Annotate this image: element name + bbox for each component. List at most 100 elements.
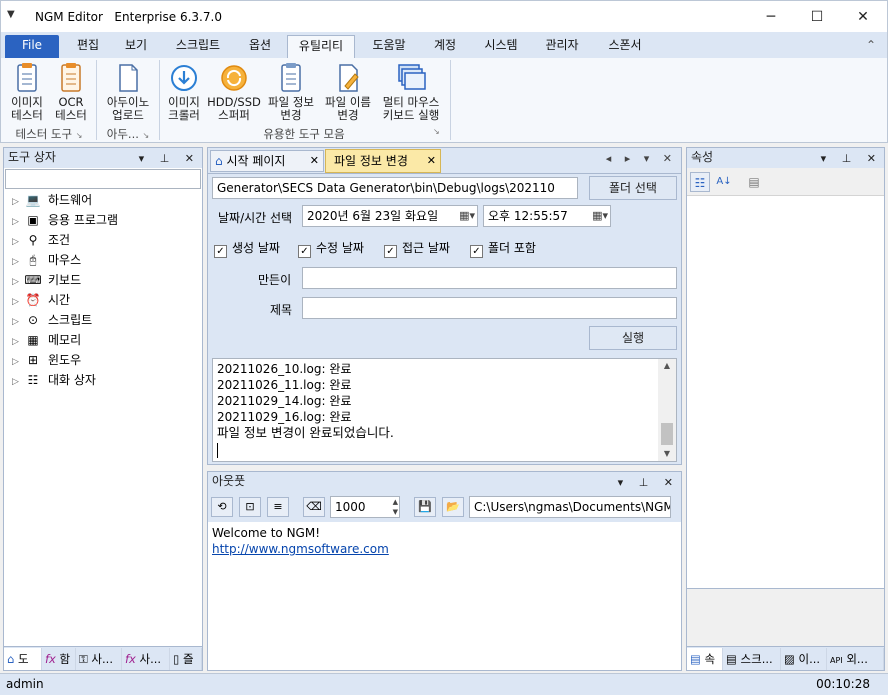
ribbon-group-label: 테스터 도구 ↘ (15, 127, 83, 141)
checkbox-include-folders[interactable]: ✓ 폴더 포함 (470, 240, 536, 258)
log-scrollbar[interactable]: ▲ ▼ (658, 359, 676, 461)
categorized-icon[interactable]: ☷ (690, 172, 710, 192)
result-log-box[interactable]: 20211026_10.log: 완료 20211026_11.log: 완료 … (212, 358, 677, 462)
tree-item-window[interactable]: ▷ ⊞ 윈도우 (12, 350, 81, 370)
close-tab-icon[interactable]: ✕ (427, 150, 436, 172)
tab-edit[interactable]: 편집 (65, 35, 111, 58)
memory-icon: ▦ (27, 333, 39, 347)
tab-external[interactable]: API 외... (827, 648, 884, 670)
tab-script[interactable]: 스크립트 (165, 35, 231, 58)
multi-mouse-keyboard-button[interactable]: 멀티 마우스 키보드 실행 (377, 62, 445, 124)
checkbox-created-date[interactable]: ✓ 생성 날짜 (214, 240, 280, 258)
document-tab-controls[interactable]: ◂ ▸ ▾ ✕ (606, 152, 677, 165)
tab-options[interactable]: 옵션 (237, 35, 283, 58)
maximize-button[interactable]: ☐ (794, 1, 840, 33)
save-icon[interactable]: 💾 (414, 497, 436, 517)
stepper-arrows-icon[interactable]: ▲ ▼ (393, 497, 398, 517)
text-caret (217, 443, 218, 458)
run-button[interactable]: 실행 (589, 326, 677, 350)
scroll-thumb[interactable] (661, 423, 673, 445)
website-link[interactable]: http://www.ngmsoftware.com (212, 541, 677, 557)
tab-system[interactable]: 시스템 (473, 35, 529, 58)
quick-access-dropdown-icon[interactable]: ▼ (7, 9, 15, 20)
folder-select-button[interactable]: 폴더 선택 (589, 176, 677, 200)
group-expand-icon[interactable]: ↘ (433, 127, 440, 136)
sort-alphabetical-icon[interactable]: A↓ (714, 172, 734, 192)
toolbox-bottom-tabs: ⌂ 도 fx 함 ⚿ 사... fx 사... ▯ 즐 (4, 646, 202, 670)
property-pages-icon[interactable]: ▤ (744, 172, 764, 192)
scroll-up-icon[interactable]: ▲ (658, 359, 676, 373)
title-input[interactable] (302, 297, 677, 319)
hdd-ssd-button[interactable]: HDD/SSD 스퍼퍼 (206, 62, 262, 124)
date-picker[interactable]: 2020년 6월 23일 화요일 ▦▾ (302, 205, 478, 227)
close-window-button[interactable]: ✕ (840, 1, 886, 33)
open-folder-icon[interactable]: 📂 (442, 497, 464, 517)
tree-item-script[interactable]: ▷ ⊙ 스크립트 (12, 310, 92, 330)
tab-help[interactable]: 도움말 (361, 35, 417, 58)
dialog-icon: ☷ (27, 373, 39, 387)
tab-view[interactable]: 보기 (113, 35, 159, 58)
tree-item-application[interactable]: ▷ ▣ 응용 프로그램 (12, 210, 118, 230)
file-info-icon (281, 63, 301, 92)
checkmark-icon: ✓ (298, 245, 311, 258)
checkmark-icon: ✓ (384, 245, 397, 258)
time-dropdown-icon[interactable]: ▦▾ (592, 206, 608, 226)
title-label: 제목 (270, 303, 293, 317)
properties-grid[interactable] (687, 197, 884, 587)
bag-icon: ⚿ (79, 652, 88, 666)
eraser-icon[interactable]: ⌫ (303, 497, 325, 517)
tab-admin[interactable]: 관리자 (533, 35, 591, 58)
function-icon: fx (45, 652, 56, 666)
arduino-upload-button[interactable]: 아두이노 업로드 (100, 62, 156, 124)
tab-file[interactable]: File (5, 35, 59, 58)
tree-item-mouse[interactable]: ▷ 🖰 마우스 (12, 250, 81, 270)
tree-item-memory[interactable]: ▷ ▦ 메모리 (12, 330, 81, 350)
toolbox-panel-controls[interactable]: ▾ ⊥ ✕ (139, 149, 200, 168)
tab-user-functions[interactable]: fx 사... (122, 648, 170, 670)
tab-script-list[interactable]: ▤ 스크... (723, 648, 781, 670)
tab-properties[interactable]: ▤ 속 (687, 648, 723, 670)
calendar-dropdown-icon[interactable]: ▦▾ (459, 206, 475, 226)
minimize-button[interactable]: ─ (748, 1, 794, 33)
file-info-button[interactable]: 파일 정보 변경 (263, 62, 319, 124)
tree-item-dialog[interactable]: ▷ ☷ 대화 상자 (12, 370, 96, 390)
output-panel-controls[interactable]: ▾ ⊥ ✕ (618, 473, 679, 492)
checkbox-accessed-date[interactable]: ✓ 접근 날짜 (384, 240, 450, 258)
toolbox-search-input[interactable] (5, 169, 201, 189)
close-tab-icon[interactable]: ✕ (310, 151, 319, 171)
file-rename-button[interactable]: 파일 이름 변경 (319, 62, 377, 124)
image-tester-button[interactable]: 이미지 테스터 (5, 62, 49, 124)
tab-image[interactable]: ▨ 이... (781, 648, 827, 670)
checkbox-modified-date[interactable]: ✓ 수정 날짜 (298, 240, 364, 258)
tab-functions[interactable]: fx 함 (42, 648, 76, 670)
tree-item-time[interactable]: ▷ ⏰ 시간 (12, 290, 70, 310)
tab-utility[interactable]: 유틸리티 (287, 35, 355, 58)
save-log-icon[interactable]: ⊡ (239, 497, 261, 517)
ribbon-group-label: 아두... ↘ (106, 127, 150, 141)
toolbox-title: 도구 상자 (8, 150, 56, 164)
tree-item-condition[interactable]: ▷ ⚲ 조건 (12, 230, 70, 250)
tab-favorites[interactable]: ▯ 즐 (170, 648, 202, 670)
image-crawler-button[interactable]: 이미지 크롤러 (163, 62, 205, 124)
wrap-lines-icon[interactable]: ≡ (267, 497, 289, 517)
folder-path-input[interactable]: Generator\SECS Data Generator\bin\Debug\… (212, 177, 578, 199)
tab-user[interactable]: ⚿ 사... (76, 648, 122, 670)
output-path-input[interactable]: C:\Users\ngmas\Documents\NGM6\ (469, 496, 671, 518)
time-picker[interactable]: 오후 12:55:57 ▦▾ (483, 205, 611, 227)
tree-item-keyboard[interactable]: ▷ ⌨ 키보드 (12, 270, 81, 290)
tab-account[interactable]: 계정 (421, 35, 469, 58)
output-console[interactable]: Welcome to NGM! http://www.ngmsoftware.c… (208, 522, 681, 670)
log-line: 20211029_14.log: 완료 (217, 394, 352, 408)
scroll-down-icon[interactable]: ▼ (658, 447, 676, 461)
tab-toolbox[interactable]: ⌂ 도 (4, 648, 42, 670)
ocr-tester-button[interactable]: OCR 테스터 (49, 62, 93, 124)
clear-output-icon[interactable]: ⟲ (211, 497, 233, 517)
tree-item-hardware[interactable]: ▷ 💻 하드웨어 (12, 190, 92, 210)
max-lines-stepper[interactable]: 1000 ▲ ▼ (330, 496, 400, 518)
ribbon-collapse-icon[interactable]: ⌃ (859, 35, 883, 58)
tab-file-info-change[interactable]: 파일 정보 변경 ✕ (325, 149, 441, 173)
author-input[interactable] (302, 267, 677, 289)
tab-sponsor[interactable]: 스폰서 (597, 35, 653, 58)
tab-start-page[interactable]: ⌂ 시작 페이지 ✕ (210, 150, 324, 172)
properties-panel-controls[interactable]: ▾ ⊥ ✕ (821, 149, 882, 168)
